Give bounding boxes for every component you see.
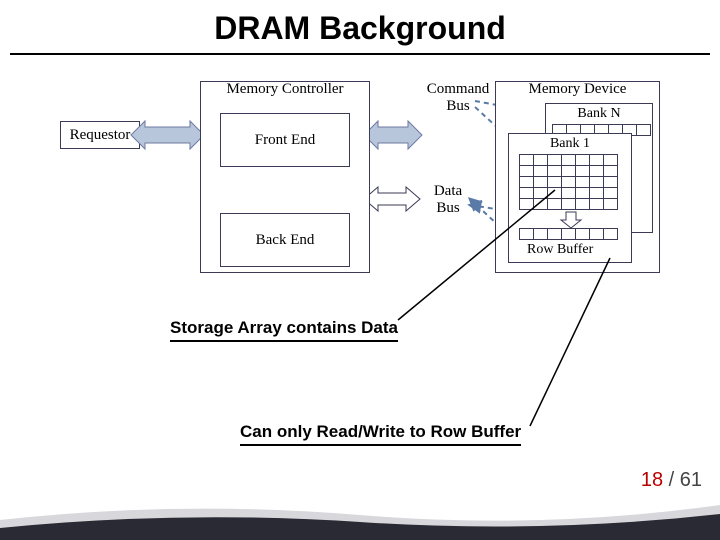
bank-1-label: Bank 1 bbox=[509, 136, 631, 152]
annotation-storage-array: Storage Array contains Data bbox=[170, 318, 398, 342]
page-current: 18 bbox=[641, 469, 663, 491]
arrow-requestor-memctrl bbox=[131, 121, 204, 149]
bank-1-row-buffer bbox=[519, 228, 618, 240]
bank-n-label: Bank N bbox=[546, 106, 652, 122]
arrow-grid-rowbuffer bbox=[561, 212, 581, 228]
back-end-box: Back End bbox=[220, 213, 350, 267]
data-bus-label: Data Bus bbox=[418, 183, 478, 217]
diagram: Requestor bbox=[0, 63, 720, 333]
footer-decoration bbox=[0, 490, 720, 540]
arrow-backend-databus bbox=[364, 187, 420, 211]
page-sep: / bbox=[663, 469, 680, 491]
slide-title: DRAM Background bbox=[10, 0, 710, 55]
bank-1-box: Bank 1 Row Buffer bbox=[508, 133, 632, 263]
command-bus-label: Command Bus bbox=[418, 81, 498, 115]
page-total: 61 bbox=[680, 469, 702, 491]
memory-controller-label: Memory Controller bbox=[201, 81, 369, 98]
row-buffer-label: Row Buffer bbox=[527, 242, 593, 258]
requestor-box: Requestor bbox=[60, 121, 140, 149]
memory-device-label: Memory Device bbox=[496, 81, 659, 98]
bank-1-grid bbox=[519, 154, 618, 210]
page-number: 18 / 61 bbox=[641, 469, 702, 492]
arrow-memctrl-cmdbus bbox=[364, 121, 422, 149]
annotation-row-buffer: Can only Read/Write to Row Buffer bbox=[240, 422, 521, 446]
front-end-box: Front End bbox=[220, 113, 350, 167]
